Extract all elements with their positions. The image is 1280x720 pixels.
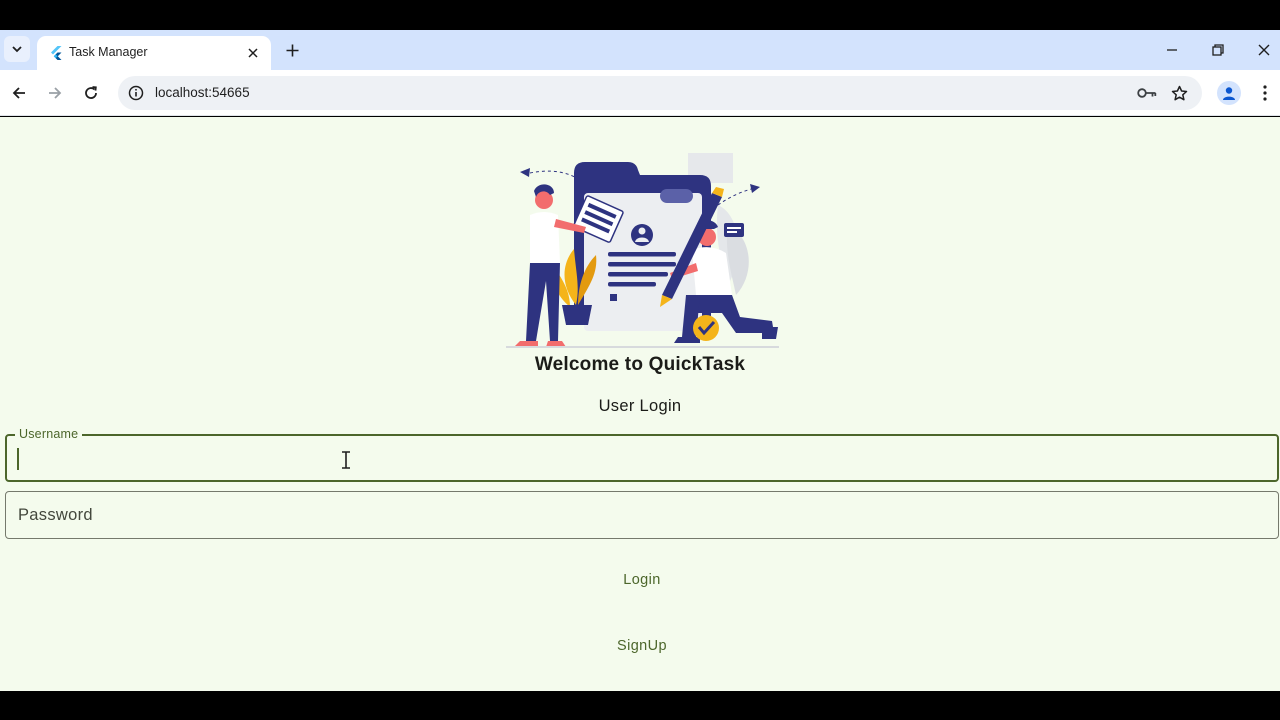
- key-icon: [1137, 88, 1157, 98]
- back-arrow-icon: [12, 87, 25, 99]
- text-caret: [17, 448, 19, 470]
- letterbox-bottom: [0, 691, 1280, 720]
- bookmark-button[interactable]: [1168, 82, 1190, 104]
- profile-button[interactable]: [1217, 81, 1241, 105]
- password-field[interactable]: Password: [5, 491, 1279, 539]
- minimize-button[interactable]: [1149, 30, 1195, 70]
- signup-button[interactable]: SignUp: [590, 628, 694, 664]
- task-management-illustration: [506, 153, 779, 348]
- close-icon: [248, 48, 258, 58]
- app-content: Welcome to QuickTask User Login Username…: [0, 117, 1280, 691]
- username-label: Username: [15, 427, 83, 441]
- tab-strip: Task Manager: [0, 30, 1280, 70]
- login-button[interactable]: Login: [590, 562, 694, 598]
- forward-arrow-icon: [49, 87, 62, 99]
- close-window-button[interactable]: [1241, 30, 1280, 70]
- screen: Task Manager localhost:54665 Welcome to …: [0, 0, 1280, 720]
- page-title: Welcome to QuickTask: [534, 354, 746, 375]
- browser-menu-button[interactable]: [1255, 81, 1275, 105]
- tab-title: Task Manager: [69, 45, 148, 59]
- text-cursor-icon: [342, 451, 350, 469]
- back-button[interactable]: [5, 79, 33, 107]
- minimize-icon: [1167, 49, 1177, 51]
- info-icon: [128, 85, 144, 101]
- browser-toolbar: localhost:54665: [0, 70, 1280, 116]
- login-subtitle: User Login: [598, 397, 682, 415]
- site-info-button[interactable]: [126, 83, 146, 103]
- tab-search-button[interactable]: [4, 36, 30, 62]
- tab-close-button[interactable]: [244, 44, 262, 62]
- letterbox-top: [0, 0, 1280, 30]
- username-field[interactable]: Username: [5, 427, 1279, 482]
- restore-icon: [1212, 44, 1224, 56]
- plus-icon: [286, 44, 298, 56]
- password-manager-button[interactable]: [1136, 83, 1158, 103]
- reload-button[interactable]: [77, 79, 105, 107]
- forward-button[interactable]: [41, 79, 69, 107]
- restore-button[interactable]: [1195, 30, 1241, 70]
- close-icon: [1258, 44, 1270, 56]
- new-tab-button[interactable]: [281, 39, 303, 61]
- flutter-icon: [51, 46, 62, 60]
- star-icon: [1171, 85, 1187, 100]
- address-url: localhost:54665: [155, 85, 250, 100]
- profile-icon: [1223, 87, 1235, 100]
- browser-tab[interactable]: Task Manager: [37, 36, 271, 70]
- chevron-down-icon: [12, 46, 22, 53]
- password-placeholder: Password: [18, 506, 93, 524]
- address-bar[interactable]: localhost:54665: [118, 76, 1202, 110]
- reload-icon: [85, 86, 97, 99]
- kebab-menu-icon: [1263, 85, 1267, 101]
